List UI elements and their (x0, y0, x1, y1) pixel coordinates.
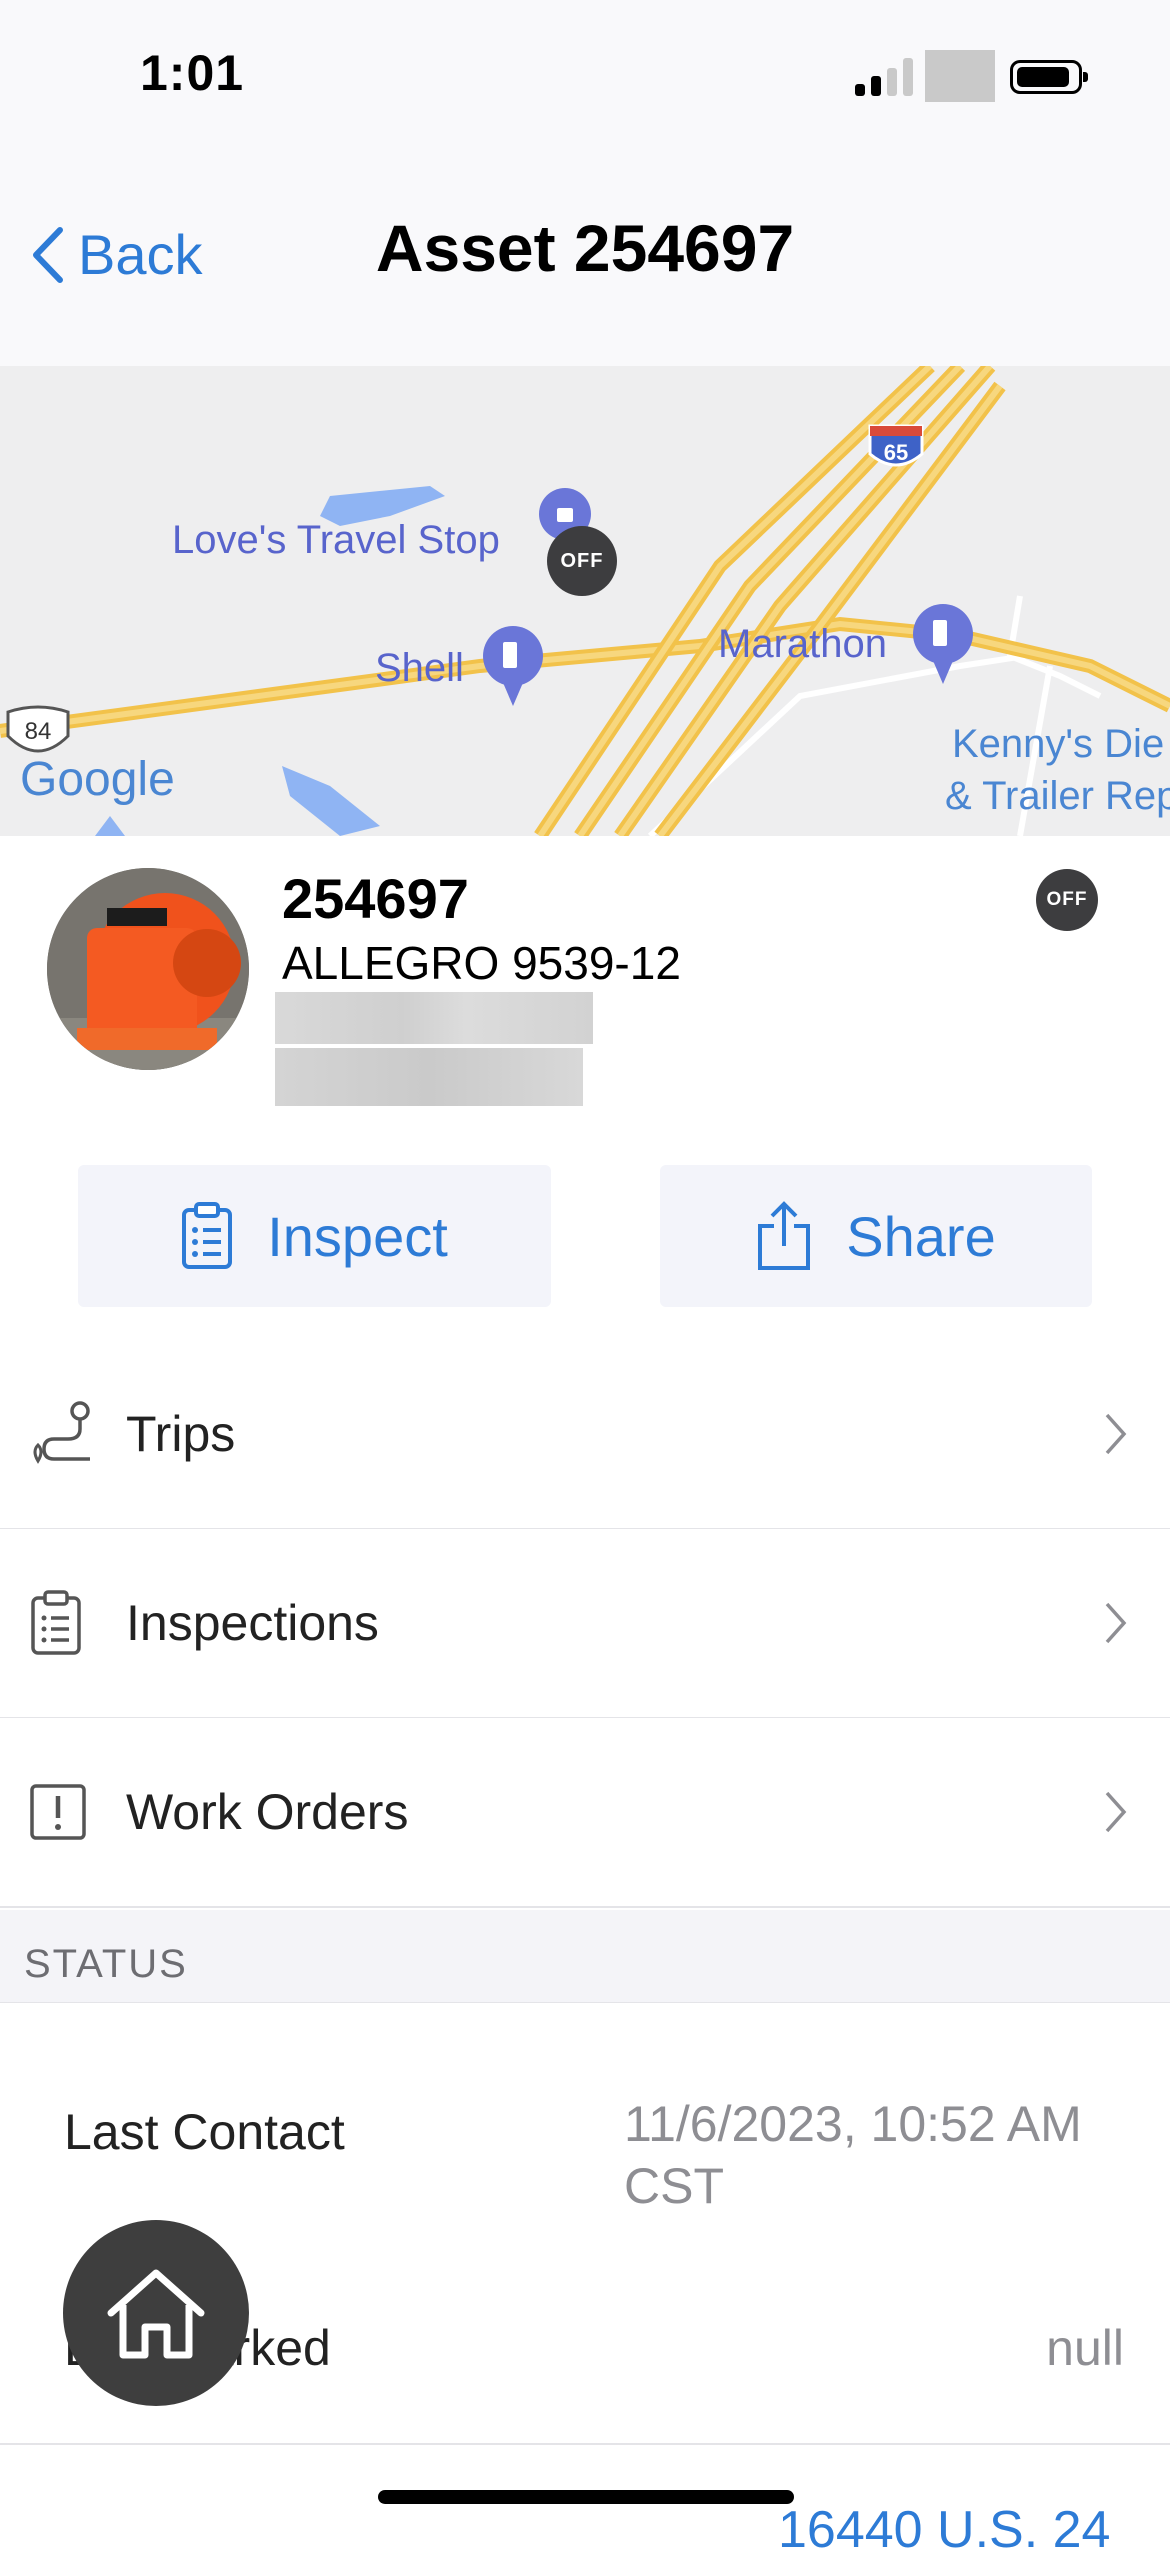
menu-item-work-orders[interactable]: Work Orders (0, 1718, 1170, 1908)
map-label-kennys-1: Kenny's Die (952, 722, 1165, 766)
map-label-loves: Love's Travel Stop (172, 518, 500, 562)
chevron-right-icon (1105, 1602, 1127, 1644)
home-indicator (378, 2490, 794, 2504)
chevron-right-icon (1105, 1413, 1127, 1455)
map-label-shell: Shell (375, 646, 464, 690)
map-label-kennys-2: & Trailer Rep (945, 774, 1170, 818)
redacted-detail-1 (275, 992, 593, 1044)
home-icon (107, 2269, 205, 2359)
asset-photo (47, 868, 249, 1070)
menu-item-label: Trips (126, 1406, 236, 1462)
menu-item-trips[interactable]: Trips (0, 1340, 1170, 1530)
signal-icon (855, 56, 915, 96)
section-header-label: STATUS (24, 1942, 188, 1986)
page-title: Asset 254697 (375, 211, 795, 285)
share-icon (758, 1201, 811, 1270)
menu-item-label: Inspections (126, 1595, 379, 1651)
last-contact-label: Last Contact (64, 2104, 345, 2160)
menu-item-label: Work Orders (126, 1784, 409, 1840)
clipboard-icon (31, 1590, 81, 1655)
last-contact-value: 11/6/2023, 10:52 AM CST (624, 2093, 1082, 2217)
route-84-shield: 84 (24, 718, 52, 745)
chevron-right-icon (1105, 1791, 1127, 1833)
status-badge: OFF (1036, 869, 1098, 931)
battery-icon (1010, 60, 1088, 94)
marker-badge-label: OFF (560, 549, 604, 572)
asset-model: ALLEGRO 9539-12 (282, 937, 681, 989)
last-contact-row: Last Contact 11/6/2023, 10:52 AM CST (0, 2003, 1170, 2257)
inspect-button[interactable]: Inspect (78, 1165, 551, 1307)
redacted-carrier (925, 50, 995, 102)
map-label-marathon: Marathon (718, 622, 887, 666)
status-time: 1:01 (140, 45, 245, 101)
share-button[interactable]: Share (660, 1165, 1092, 1307)
last-contact-value-line2: CST (624, 2158, 724, 2214)
alert-square-icon (30, 1784, 86, 1840)
home-button[interactable] (63, 2220, 249, 2406)
asset-id: 254697 (282, 867, 469, 930)
last-contact-value-line1: 11/6/2023, 10:52 AM (624, 2096, 1082, 2152)
status-section-header: STATUS (0, 1910, 1170, 2004)
redacted-detail-2 (275, 1048, 583, 1106)
google-logo: Google (20, 753, 175, 806)
map-view[interactable]: Love's Travel Stop Shell Marathon Kenny'… (0, 366, 1170, 836)
asset-map-marker[interactable]: OFF (547, 526, 617, 596)
menu-item-inspections[interactable]: Inspections (0, 1529, 1170, 1719)
clipboard-icon (182, 1202, 233, 1269)
share-label: Share (846, 1204, 996, 1268)
route-icon (33, 1401, 90, 1464)
highway-65-shield: 65 (883, 440, 909, 465)
inspect-label: Inspect (267, 1204, 448, 1268)
status-badge-label: OFF (1046, 889, 1088, 910)
last-parked-value: null (1046, 2320, 1124, 2376)
address-link[interactable]: 16440 U.S. 24 (778, 2500, 1110, 2560)
